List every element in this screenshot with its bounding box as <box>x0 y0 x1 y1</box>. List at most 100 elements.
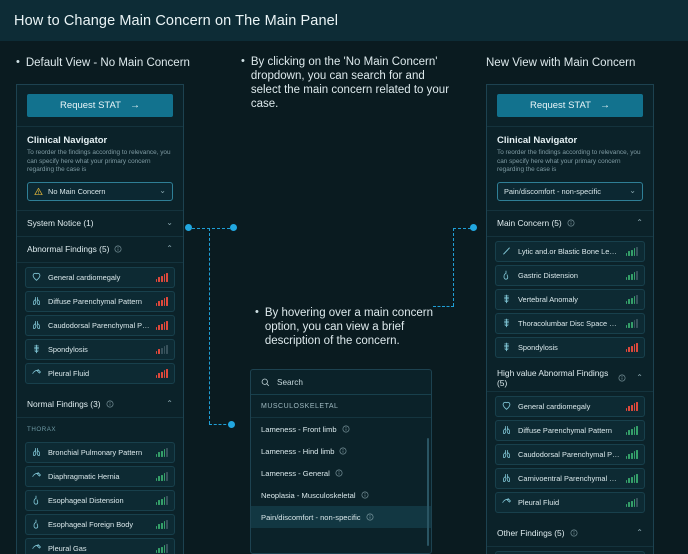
section-header[interactable]: High value Abnormal Findings (5) ⌃ <box>487 366 653 392</box>
severity-bars-icon <box>625 449 638 459</box>
section-header[interactable]: Abnormal Findings (5) ⌃ <box>17 237 183 263</box>
finding-item[interactable]: Diffuse Parenchymal Pattern <box>495 419 645 441</box>
main-concern-dropdown[interactable]: Search MUSCULOSKELETAL Lameness - Front … <box>250 369 432 554</box>
finding-item[interactable]: Gastric Distension <box>495 264 645 286</box>
right-column-heading: New View with Main Concern <box>486 56 635 70</box>
clinical-navigator-description: To reorder the findings according to rel… <box>27 149 171 174</box>
spine-icon <box>34 345 39 354</box>
info-icon[interactable] <box>106 400 114 408</box>
finding-item[interactable]: Lytic and.or Blastic Bone Lesio... <box>495 240 645 262</box>
section-header[interactable]: Normal Findings (3) ⌃ <box>17 392 183 418</box>
finding-label: Vertebral Anomaly <box>518 294 578 304</box>
section-header[interactable]: Main Concern (5) ⌃ <box>487 211 653 237</box>
connector-dot-c <box>228 421 235 428</box>
stomach-icon <box>33 496 39 505</box>
finding-item[interactable]: Spondylosis <box>495 336 645 358</box>
page-title: How to Change Main Concern on The Main P… <box>14 12 339 29</box>
lungs-icon <box>32 297 41 306</box>
finding-item[interactable]: Diffuse Parenchymal Pattern <box>25 290 175 312</box>
finding-item[interactable]: Diaphragmatic Hernia <box>25 465 175 487</box>
severity-bars-icon <box>625 270 638 280</box>
finding-item[interactable]: General cardiomegaly <box>25 266 175 288</box>
connector-dash-bottom-right <box>433 306 454 307</box>
dropdown-option[interactable]: Neoplasia - Musculoskeletal <box>251 484 431 506</box>
severity-bars-icon <box>155 447 168 457</box>
info-icon[interactable] <box>618 374 626 382</box>
chevron-up-icon: ⌃ <box>636 218 643 228</box>
finding-label: Gastric Distension <box>518 270 578 280</box>
clinical-navigator-title: Clinical Navigator <box>27 135 108 146</box>
finding-list: Gastric Material <box>487 547 653 554</box>
bullet-icon: • <box>255 306 259 318</box>
pleura-icon <box>32 369 41 375</box>
main-concern-select[interactable]: Pain/discomfort - non-specific ⌄ <box>497 181 643 201</box>
section-title: High value Abnormal Findings (5) <box>497 368 609 389</box>
dropdown-option[interactable]: Lameness - Hind limb <box>251 440 431 462</box>
dropdown-option[interactable]: Lameness - Front limb <box>251 418 431 440</box>
arrow-right-icon: → <box>599 100 610 111</box>
pleura-icon <box>502 498 511 504</box>
finding-label: Pleural Fluid <box>518 497 560 507</box>
finding-label: Pleural Fluid <box>48 368 90 378</box>
section-title: Other Findings (5) <box>497 528 565 539</box>
finding-item[interactable]: Pleural Fluid <box>495 491 645 513</box>
finding-item[interactable]: Esophageal Distension <box>25 489 175 511</box>
info-icon[interactable] <box>361 491 369 499</box>
dropdown-option[interactable]: Lameness - General <box>251 462 431 484</box>
finding-item[interactable]: Pleural Fluid <box>25 362 175 384</box>
chevron-up-icon: ⌃ <box>636 528 643 538</box>
info-icon[interactable] <box>114 245 122 253</box>
finding-item[interactable]: Spondylosis <box>25 338 175 360</box>
finding-item[interactable]: Thoracolumbar Disc Space Na... <box>495 312 645 334</box>
section-header[interactable]: Other Findings (5) ⌃ <box>487 521 653 547</box>
chevron-up-icon: ⌃ <box>166 399 173 409</box>
dropdown-scrollbar[interactable] <box>427 438 429 546</box>
finding-label: Diffuse Parenchymal Pattern <box>518 425 612 435</box>
info-icon[interactable] <box>342 425 350 433</box>
finding-label: Esophageal Distension <box>48 495 124 505</box>
finding-item[interactable]: Esophageal Foreign Body <box>25 513 175 535</box>
thorax-finding-list: Bronchial Pulmonary Pattern Diaphragmatic… <box>17 438 183 554</box>
request-stat-button[interactable]: Request STAT → <box>27 94 173 117</box>
finding-label: Spondylosis <box>518 342 558 352</box>
finding-item[interactable]: Bronchial Pulmonary Pattern <box>25 441 175 463</box>
main-concern-select[interactable]: No Main Concern ⌄ <box>27 181 173 201</box>
spine-icon <box>504 319 509 328</box>
finding-item[interactable]: Caudodorsal Parenchymal Pat... <box>495 443 645 465</box>
section-header[interactable]: System Notice (1) ⌄ <box>17 211 183 237</box>
finding-item[interactable]: General cardiomegaly <box>495 395 645 417</box>
info-icon[interactable] <box>570 529 578 537</box>
connector-dash-vertical <box>209 228 210 424</box>
connector-dash-top <box>192 227 230 229</box>
finding-label: Bronchial Pulmonary Pattern <box>48 447 143 457</box>
main-concern-value: Pain/discomfort - non-specific <box>504 186 601 196</box>
severity-bars-icon <box>625 425 638 435</box>
severity-bars-icon <box>625 401 638 411</box>
info-icon[interactable] <box>567 219 575 227</box>
finding-label: Diffuse Parenchymal Pattern <box>48 296 142 306</box>
finding-item[interactable]: Caudodorsal Parenchymal Pat... <box>25 314 175 336</box>
finding-item[interactable]: Carnivoentral Parenchymal Pa... <box>495 467 645 489</box>
tutorial-page: How to Change Main Concern on The Main P… <box>0 0 688 554</box>
lungs-icon <box>502 426 511 435</box>
dropdown-option[interactable]: Pain/discomfort - non-specific <box>251 506 431 528</box>
info-icon[interactable] <box>339 447 347 455</box>
search-input[interactable]: Search <box>277 378 303 387</box>
info-icon[interactable] <box>335 469 343 477</box>
finding-item[interactable]: Pleural Gas <box>25 537 175 554</box>
info-icon[interactable] <box>366 513 374 521</box>
spine-icon <box>504 343 509 352</box>
finding-list: General cardiomegaly Diffuse Parenchymal … <box>17 263 183 392</box>
dropdown-option-list: Lameness - Front limb Lameness - Hind lim… <box>251 418 431 528</box>
request-stat-button[interactable]: Request STAT → <box>497 94 643 117</box>
severity-bars-icon <box>625 497 638 507</box>
severity-bars-icon <box>625 342 638 352</box>
finding-label: Caudodorsal Parenchymal Pat... <box>48 320 150 330</box>
right-column-heading-text: New View with Main Concern <box>486 57 636 69</box>
clinical-navigator-title: Clinical Navigator <box>497 135 578 146</box>
chevron-down-icon: ⌄ <box>166 218 173 228</box>
dropdown-search-row[interactable]: Search <box>251 370 431 395</box>
finding-label: Carnivoentral Parenchymal Pa... <box>518 473 620 483</box>
finding-item[interactable]: Vertebral Anomaly <box>495 288 645 310</box>
mid-annotation-1: • By clicking on the 'No Main Concern' d… <box>241 55 451 111</box>
